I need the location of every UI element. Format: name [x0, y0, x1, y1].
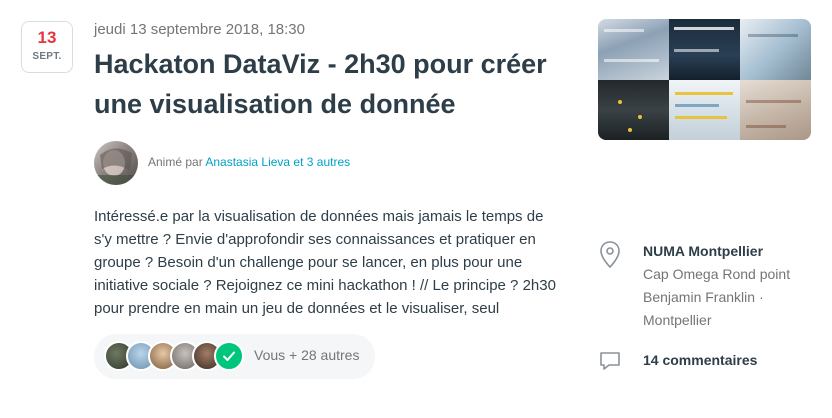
host-avatar-image: [94, 148, 138, 185]
host-avatar[interactable]: [94, 141, 138, 185]
venue-name[interactable]: NUMA Montpellier: [643, 243, 763, 259]
attendees-pill[interactable]: Vous + 28 autres: [94, 334, 375, 379]
event-description: Intéressé.e par la visualisation de donn…: [94, 208, 556, 317]
thumbnail-tile: [598, 79, 669, 140]
thumbnail-tile: [740, 19, 811, 80]
checkmark-icon: [214, 341, 244, 371]
venue-address: Cap Omega Rond point Benjamin Franklin ·…: [643, 266, 791, 328]
event-thumbnail[interactable]: [598, 19, 811, 140]
date-badge-month: SEPT.: [32, 51, 62, 62]
attendees-count: Vous + 28 autres: [254, 347, 360, 363]
location-pin-icon: [598, 240, 622, 270]
thumbnail-tile: [669, 19, 740, 80]
thumbnail-tile: [740, 79, 811, 140]
date-badge: 13 SEPT.: [21, 21, 73, 73]
host-link[interactable]: Anastasia Lieva et 3 autres: [205, 155, 350, 169]
date-badge-day: 13: [37, 28, 57, 47]
event-title[interactable]: Hackaton DataViz - 2h30 pour créer une v…: [94, 44, 564, 124]
host-line: Animé par Anastasia Lieva et 3 autres: [148, 155, 350, 169]
comments-count[interactable]: 14 commentaires: [643, 352, 757, 368]
thumbnail-tile: [669, 79, 740, 140]
host-prefix: Animé par: [148, 155, 203, 169]
event-datetime: jeudi 13 septembre 2018, 18:30: [94, 21, 305, 38]
thumbnail-tile: [598, 19, 669, 80]
speech-bubble-icon: [598, 349, 622, 373]
